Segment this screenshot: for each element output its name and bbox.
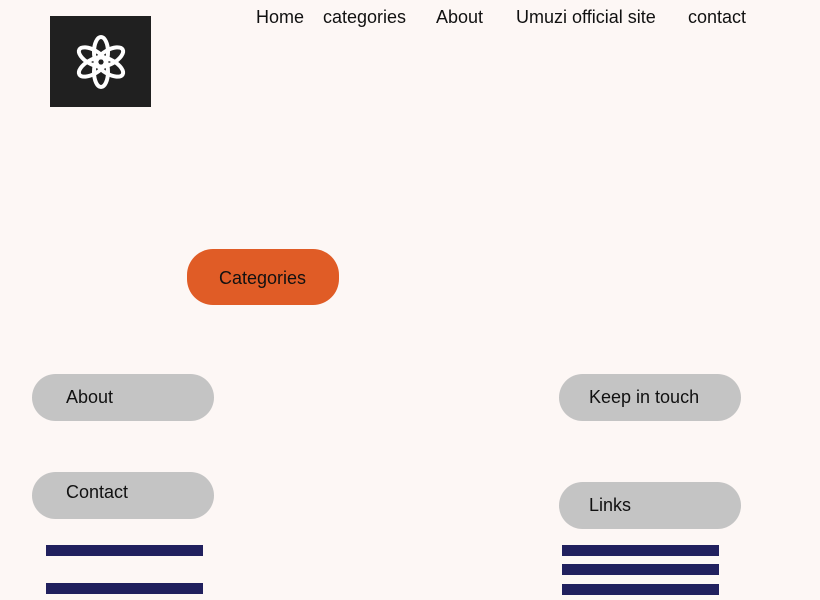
footer-about-button[interactable]: About xyxy=(32,374,214,421)
nav-contact-link[interactable]: contact xyxy=(688,6,746,28)
footer-divider-bar xyxy=(562,584,719,595)
footer-contact-button[interactable]: Contact xyxy=(32,472,214,519)
footer-keep-in-touch-button[interactable]: Keep in touch xyxy=(559,374,741,421)
categories-button[interactable]: Categories xyxy=(187,249,339,305)
footer-divider-bar xyxy=(562,564,719,575)
knot-icon xyxy=(76,34,125,89)
footer-divider-bar xyxy=(46,545,203,556)
nav-categories-link[interactable]: categories xyxy=(323,6,406,28)
nav-home-link[interactable]: Home xyxy=(256,6,304,28)
nav-about-link[interactable]: About xyxy=(436,6,483,28)
nav-official-site-link[interactable]: Umuzi official site xyxy=(516,6,656,28)
footer-divider-bar xyxy=(562,545,719,556)
footer-links-button[interactable]: Links xyxy=(559,482,741,529)
footer-divider-bar xyxy=(46,583,203,594)
top-nav: Home categories About Umuzi official sit… xyxy=(0,6,820,30)
